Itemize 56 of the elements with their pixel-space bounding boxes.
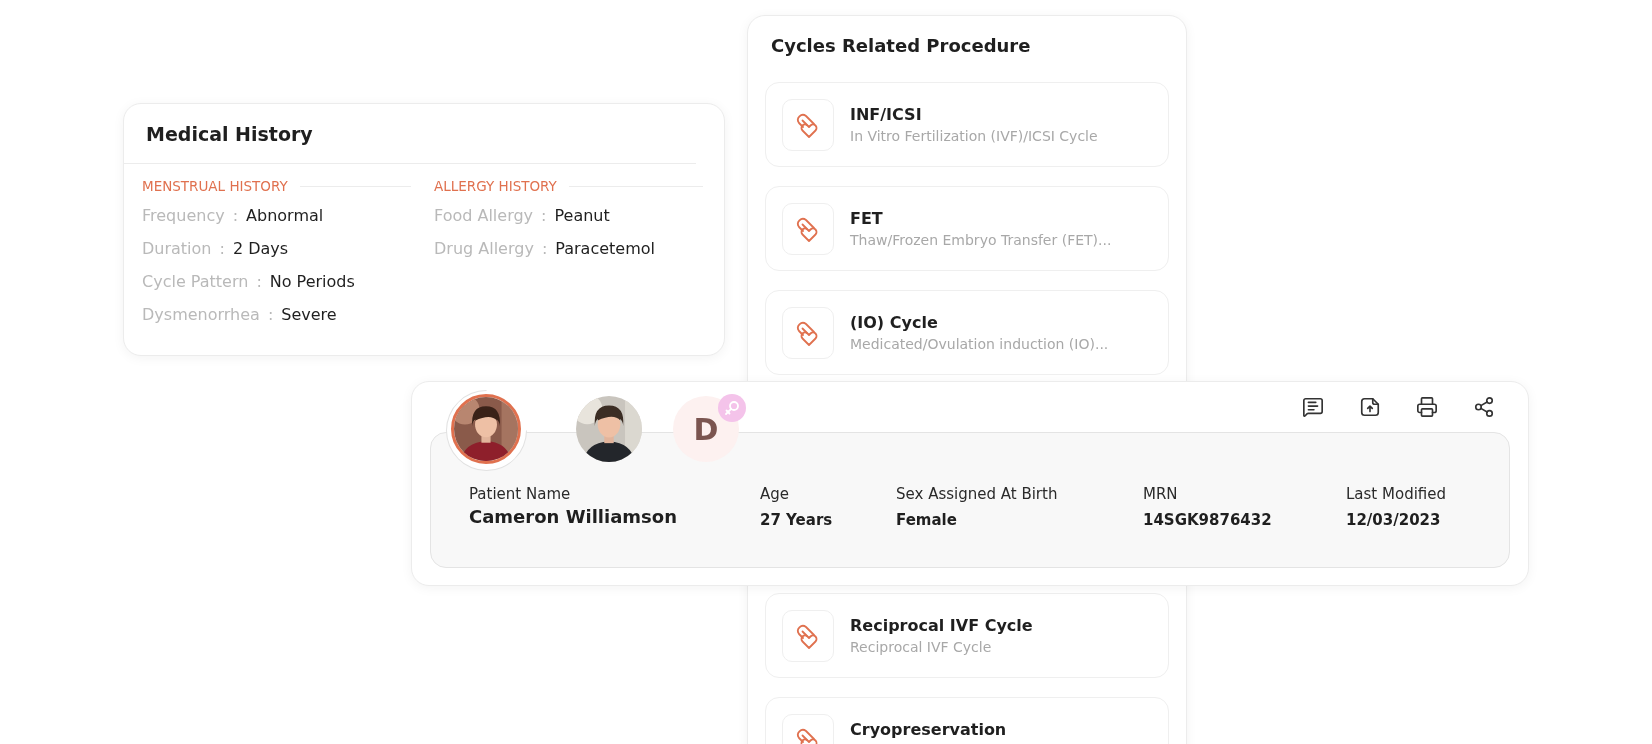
info-label: MRN [1143, 485, 1179, 503]
info-label: Patient Name [469, 485, 572, 503]
info-value: 27 Years [760, 511, 834, 529]
field-separator: : [267, 305, 274, 324]
procedure-subtitle: Medicated/Ovulation induction (IO)... [850, 336, 1109, 352]
card-title: Cycles Related Procedure [770, 34, 1032, 58]
procedure-item[interactable]: Cryopreservation [765, 697, 1169, 744]
procedure-subtitle: Thaw/Frozen Embryo Transfer (FET)... [850, 232, 1112, 248]
procedure-subtitle: In Vitro Fertilization (IVF)/ICSI Cycle [850, 128, 1098, 144]
field-value: Abnormal [246, 206, 324, 225]
field-value: No Periods [269, 272, 355, 291]
procedure-subtitle: Reciprocal IVF Cycle [850, 639, 993, 655]
procedure-item[interactable]: Reciprocal IVF Cycle Reciprocal IVF Cycle [765, 593, 1169, 678]
print-button[interactable] [1415, 395, 1439, 419]
section-heading: MENSTRUAL HISTORY [142, 178, 288, 194]
field-label: Food Allergy [434, 206, 534, 225]
upload-note-button[interactable] [1358, 395, 1382, 419]
info-value: Female [896, 511, 958, 529]
procedure-item[interactable]: (IO) Cycle Medicated/Ovulation induction (IO)... [765, 290, 1169, 375]
chat-icon [1302, 396, 1324, 418]
female-symbol-icon [724, 400, 740, 416]
procedure-title: Cryopreservation [850, 720, 1007, 739]
procedure-title: FET [850, 209, 884, 228]
field-label: Dysmenorrhea [142, 305, 260, 324]
field-label: Frequency [142, 206, 225, 225]
field-value: Peanut [554, 206, 610, 225]
field-separator: : [541, 206, 547, 225]
procedure-title: Reciprocal IVF Cycle [850, 616, 1033, 635]
section-heading: ALLERGY HISTORY [434, 178, 557, 194]
info-label: Age [760, 485, 790, 503]
procedure-title: INF/ICSI [850, 105, 923, 124]
field-value: Severe [281, 305, 337, 324]
info-value: 14SGK9876432 [1143, 511, 1273, 529]
field-separator: : [232, 206, 239, 225]
procedure-item[interactable]: FET Thaw/Frozen Embryo Transfer (FET)... [765, 186, 1169, 271]
field-separator: : [219, 239, 225, 258]
info-value: Cameron Williamson [469, 506, 678, 527]
field-separator: : [541, 239, 548, 258]
field-label: Drug Allergy [434, 239, 534, 258]
patient-avatar[interactable] [451, 394, 521, 464]
procedure-title: (IO) Cycle [850, 313, 939, 332]
note-upload-icon [1359, 396, 1381, 418]
card-title: Medical History [146, 122, 313, 145]
field-value: 2 Days [232, 239, 289, 258]
field-label: Cycle Pattern [142, 272, 249, 291]
comment-button[interactable] [1301, 395, 1325, 419]
share-button[interactable] [1472, 395, 1496, 419]
field-separator: : [256, 272, 262, 291]
info-value: 12/03/2023 [1346, 511, 1442, 529]
share-icon [1473, 396, 1495, 418]
field-value: Paracetemol [555, 239, 655, 258]
field-label: Duration [142, 239, 212, 258]
procedure-item[interactable]: INF/ICSI In Vitro Fertilization (IVF)/ICSI Cycle [765, 82, 1169, 167]
info-label: Sex Assigned At Birth [896, 485, 1059, 503]
info-label: Last Modified [1346, 485, 1448, 503]
printer-icon [1416, 396, 1438, 418]
